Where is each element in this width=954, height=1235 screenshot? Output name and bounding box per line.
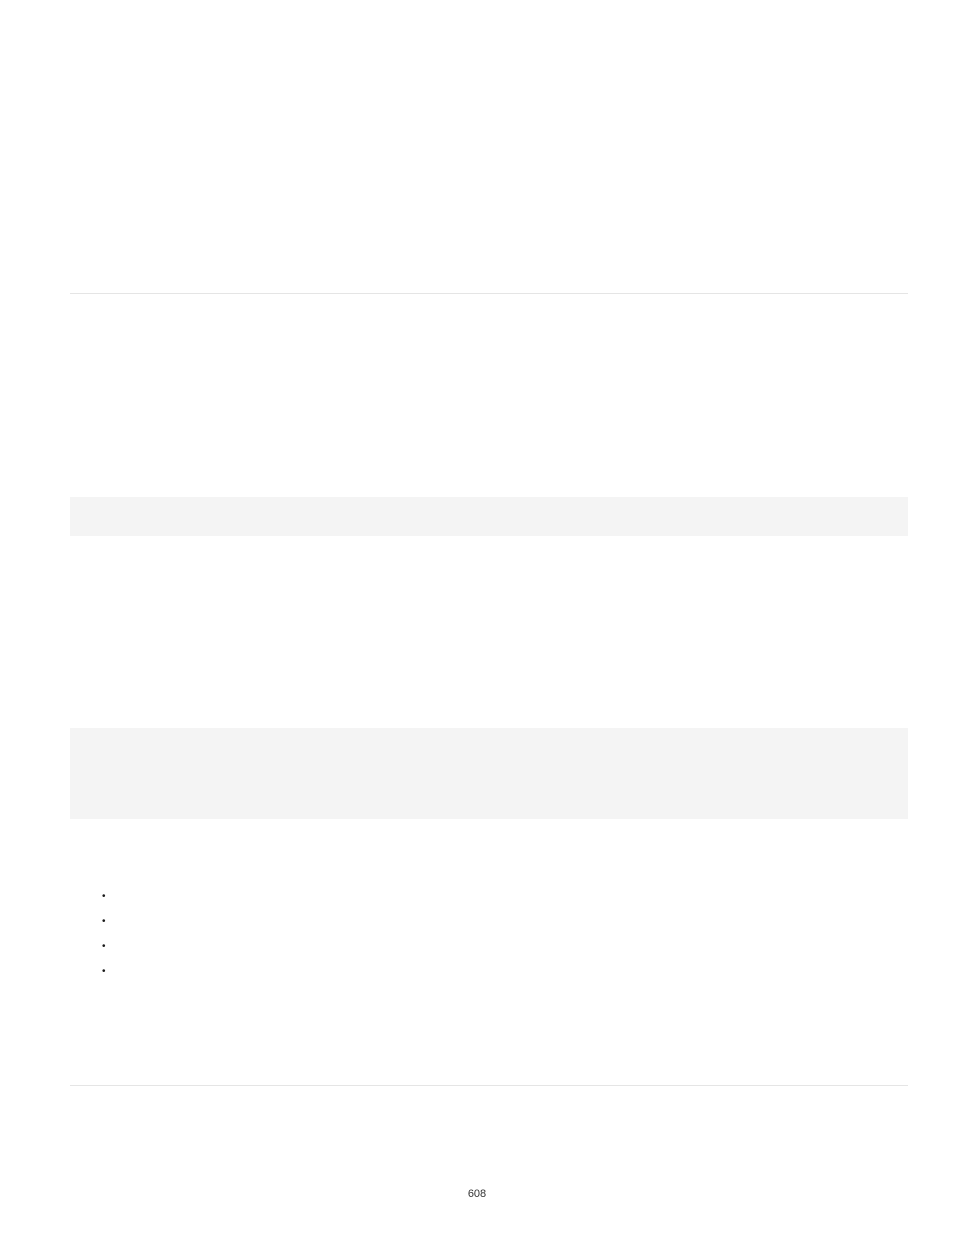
list-item [102,934,110,959]
shaded-block-1 [70,497,908,536]
list-item [102,884,110,909]
bullet-list [102,884,110,984]
divider-top [70,293,908,294]
list-item [102,909,110,934]
list-item [102,959,110,984]
page-number: 608 [0,1188,954,1200]
shaded-block-2 [70,728,908,819]
document-page [70,0,908,1235]
divider-bottom [70,1085,908,1086]
